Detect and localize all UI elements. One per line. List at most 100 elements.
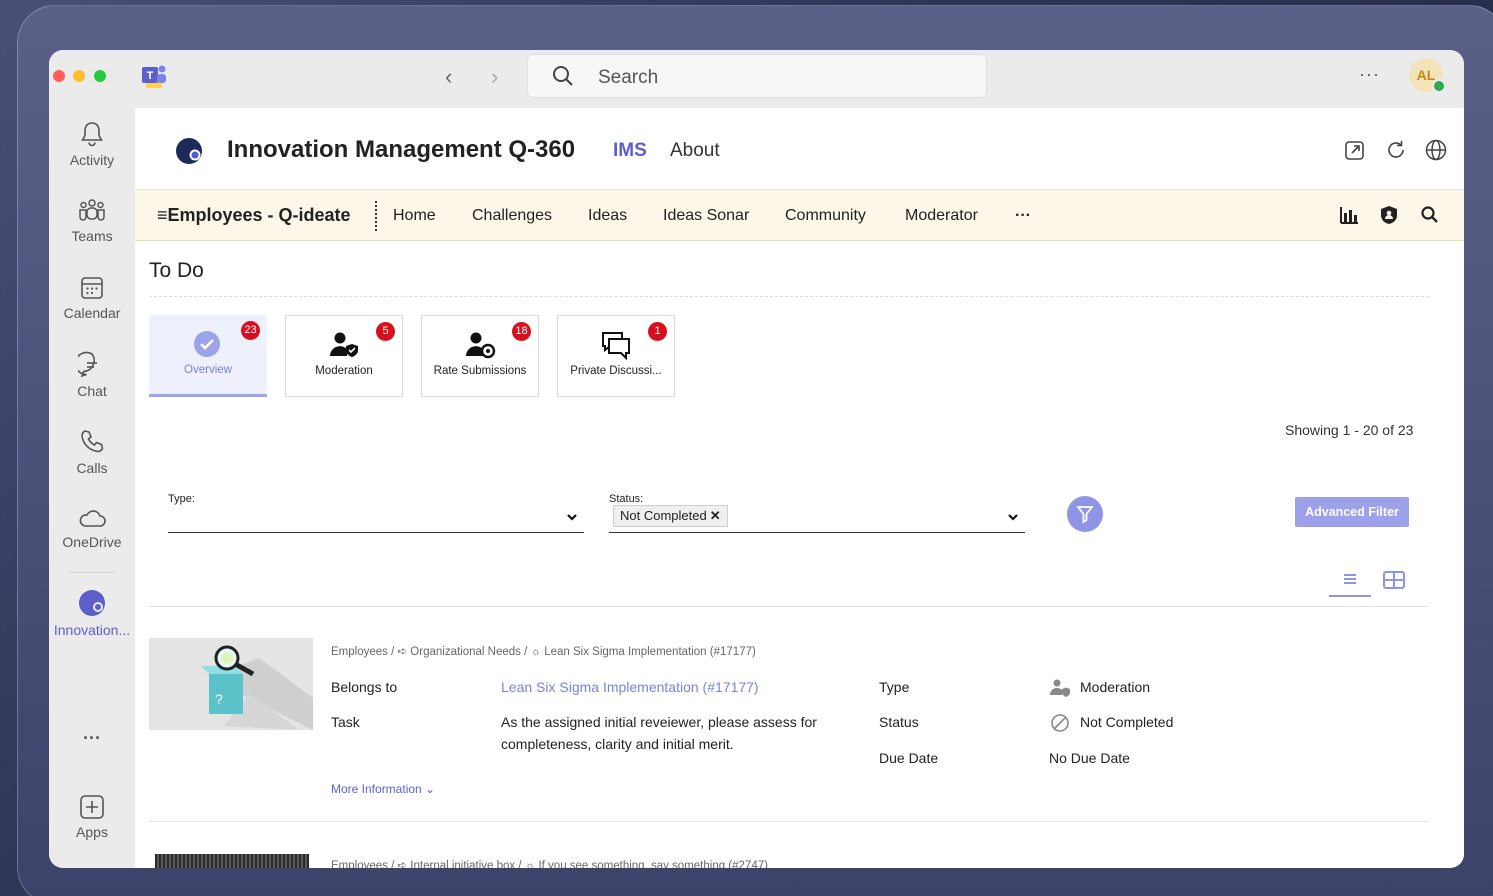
page-title: To Do	[149, 259, 204, 282]
user-rate-icon	[466, 332, 496, 359]
list-view-toggle[interactable]	[1329, 569, 1371, 597]
innovation-app-icon	[79, 590, 105, 616]
belongs-to-link[interactable]: Lean Six Sigma Implementation (#17177)	[501, 679, 759, 695]
card-private-discussions[interactable]: 1 Private Discussi...	[557, 315, 675, 397]
remove-chip-icon[interactable]: ✕	[710, 508, 721, 523]
popout-icon[interactable]	[1343, 138, 1367, 162]
status-select[interactable]: Not Completed ✕	[609, 503, 1025, 533]
svg-text:T: T	[147, 70, 154, 82]
more-information-link[interactable]: More Information ⌄	[331, 782, 435, 796]
globe-icon[interactable]	[1424, 138, 1448, 162]
app-navbar: ≡Employees - Q-ideate Home Challenges Id…	[135, 190, 1464, 241]
nav-more[interactable]: ···	[1015, 207, 1031, 225]
card-label: Overview	[184, 364, 232, 376]
status-chip-label: Not Completed	[620, 508, 707, 523]
search-icon	[553, 66, 573, 86]
rail-label: Calendar	[63, 305, 121, 321]
nav-home[interactable]: Home	[393, 207, 436, 225]
discussion-icon	[602, 332, 630, 360]
teams-people-icon	[79, 199, 105, 221]
rail-label: Calls	[76, 460, 108, 476]
nav-ideas[interactable]: Ideas	[588, 207, 627, 225]
rail-label: Chat	[77, 383, 107, 399]
nav-moderator[interactable]: Moderator	[905, 207, 978, 225]
card-moderation[interactable]: 5 Moderation	[285, 315, 403, 397]
close-window-button[interactable]	[53, 70, 65, 82]
add-app-icon	[80, 795, 104, 819]
rail-divider	[70, 572, 114, 573]
minimize-window-button[interactable]	[73, 70, 85, 82]
rail-item-calls[interactable]: Calls	[49, 428, 135, 476]
rail-item-onedrive[interactable]: OneDrive	[49, 506, 135, 550]
presence-available-icon	[1432, 79, 1446, 93]
item-breadcrumb[interactable]: Employees / ➪ Organizational Needs / ☼ L…	[331, 644, 756, 658]
rail-label: Innovation...	[53, 622, 131, 638]
more-apps-icon[interactable]: ···	[49, 728, 135, 749]
nav-brand-menu[interactable]: ≡Employees - Q-ideate	[157, 205, 351, 226]
divider	[149, 296, 1429, 297]
svg-text:?: ?	[215, 691, 223, 707]
rail-item-apps[interactable]: Apps	[49, 794, 135, 840]
forward-icon[interactable]: ›	[491, 64, 498, 90]
count-badge: 1	[648, 322, 667, 341]
card-overview[interactable]: 23 Overview	[149, 315, 267, 397]
magnifier-box-illustration: ?	[201, 645, 313, 730]
main-content: Innovation Management Q-360 IMS About ≡E…	[135, 108, 1464, 868]
shield-icon[interactable]	[1378, 204, 1400, 226]
list-view-icon	[1344, 574, 1356, 584]
card-label: Private Discussi...	[570, 365, 662, 377]
search-icon[interactable]	[1419, 204, 1441, 226]
task-label: Task	[331, 714, 360, 730]
rail-label: Activity	[69, 152, 115, 168]
belongs-to-label: Belongs to	[331, 679, 398, 695]
search-input[interactable]: Search	[527, 54, 987, 98]
user-check-icon	[330, 332, 358, 357]
funnel-icon	[1076, 506, 1094, 524]
rail-item-chat[interactable]: Chat	[49, 351, 135, 399]
title-bar: T ‹ › Search ··· AL	[49, 50, 1464, 108]
calendar-icon	[81, 277, 103, 299]
teams-window: T ‹ › Search ··· AL Activity Teams Calen…	[49, 50, 1464, 868]
list-divider	[149, 821, 1429, 822]
avatar[interactable]: AL	[1409, 58, 1446, 93]
apply-filter-button[interactable]	[1067, 496, 1103, 532]
status-chip[interactable]: Not Completed ✕	[613, 505, 728, 527]
maximize-window-button[interactable]	[94, 70, 106, 82]
grid-view-icon[interactable]	[1383, 571, 1405, 589]
user-check-icon	[1049, 679, 1070, 697]
status-value: Not Completed	[1080, 714, 1174, 730]
todo-content: To Do 23 Overview 5 Moderation 18 Rate S…	[135, 241, 1464, 868]
phone-icon	[81, 430, 104, 453]
count-badge: 23	[241, 321, 260, 340]
type-select[interactable]	[168, 503, 584, 533]
list-divider	[149, 606, 1429, 607]
status-label: Status	[879, 714, 919, 730]
tab-about[interactable]: About	[670, 140, 720, 162]
chat-icon	[78, 351, 97, 378]
back-icon[interactable]: ‹	[445, 64, 452, 90]
tab-ims[interactable]: IMS	[613, 140, 647, 162]
rail-item-teams[interactable]: Teams	[49, 198, 135, 244]
item-thumbnail[interactable]: ?	[149, 638, 313, 730]
type-label: Type	[879, 679, 910, 695]
nav-ideas-sonar[interactable]: Ideas Sonar	[663, 207, 749, 225]
rail-label: Teams	[71, 228, 113, 244]
rail-item-activity[interactable]: Activity	[49, 120, 135, 168]
item-thumbnail[interactable]	[155, 854, 309, 868]
refresh-icon[interactable]	[1384, 138, 1408, 162]
avatar-initials: AL	[1416, 67, 1436, 83]
nav-community[interactable]: Community	[785, 207, 866, 225]
item-breadcrumb[interactable]: Employees / ➪ Internal initiative box / …	[331, 858, 768, 868]
more-options-icon[interactable]: ···	[1359, 64, 1380, 85]
rail-item-calendar[interactable]: Calendar	[49, 275, 135, 321]
bar-chart-icon[interactable]	[1338, 204, 1360, 226]
advanced-filter-button[interactable]: Advanced Filter	[1295, 497, 1409, 527]
rail-label: Apps	[76, 824, 108, 840]
chevron-down-icon	[567, 514, 577, 521]
nav-challenges[interactable]: Challenges	[472, 207, 552, 225]
card-rate-submissions[interactable]: 18 Rate Submissions	[421, 315, 539, 397]
due-date-label: Due Date	[879, 750, 939, 766]
rail-item-innovation[interactable]: Innovation...	[49, 588, 135, 638]
task-text-line2: completeness, clarity and initial merit.	[501, 736, 734, 752]
due-date-value: No Due Date	[1049, 750, 1130, 766]
